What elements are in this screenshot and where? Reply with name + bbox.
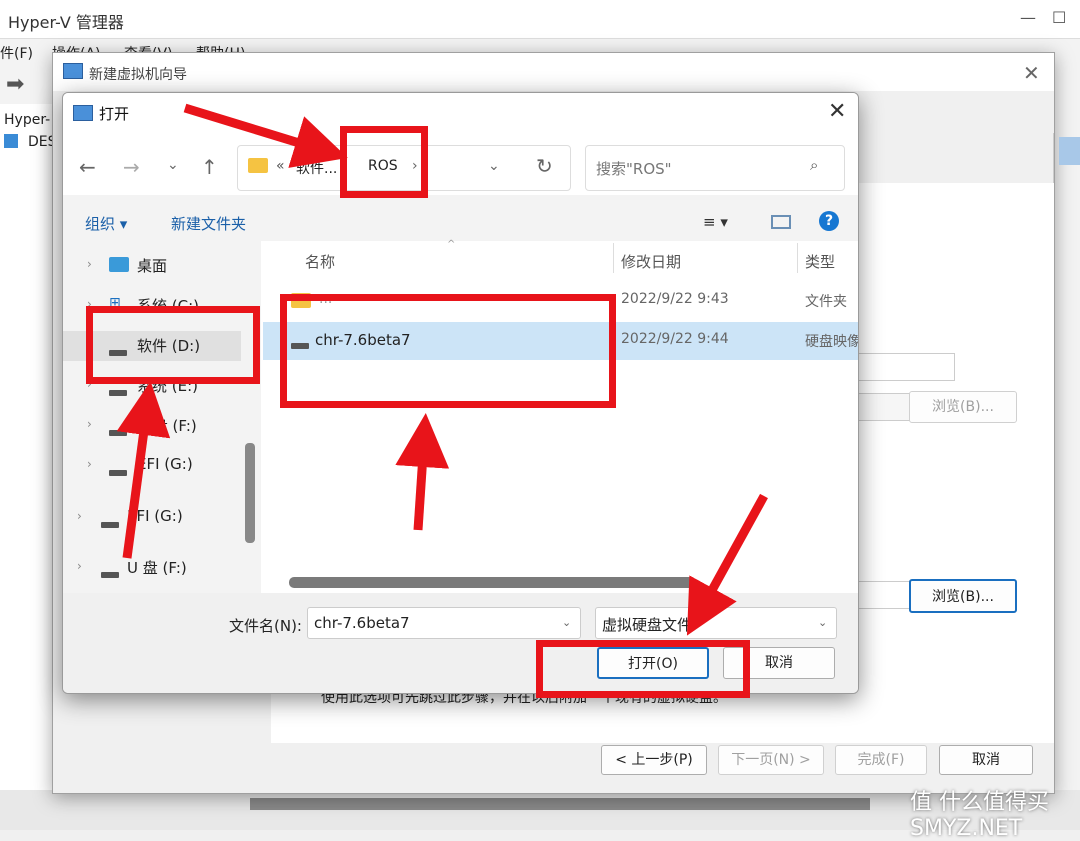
- arrow-to-file: [395, 413, 450, 531]
- arrow-to-d-drive: [116, 381, 171, 559]
- watermark: 值 什么值得买 SMYZ.NET: [910, 790, 1049, 841]
- arrow-to-open: [686, 493, 768, 636]
- arrow-to-ros: [183, 103, 348, 168]
- annotation-arrows: [116, 103, 768, 636]
